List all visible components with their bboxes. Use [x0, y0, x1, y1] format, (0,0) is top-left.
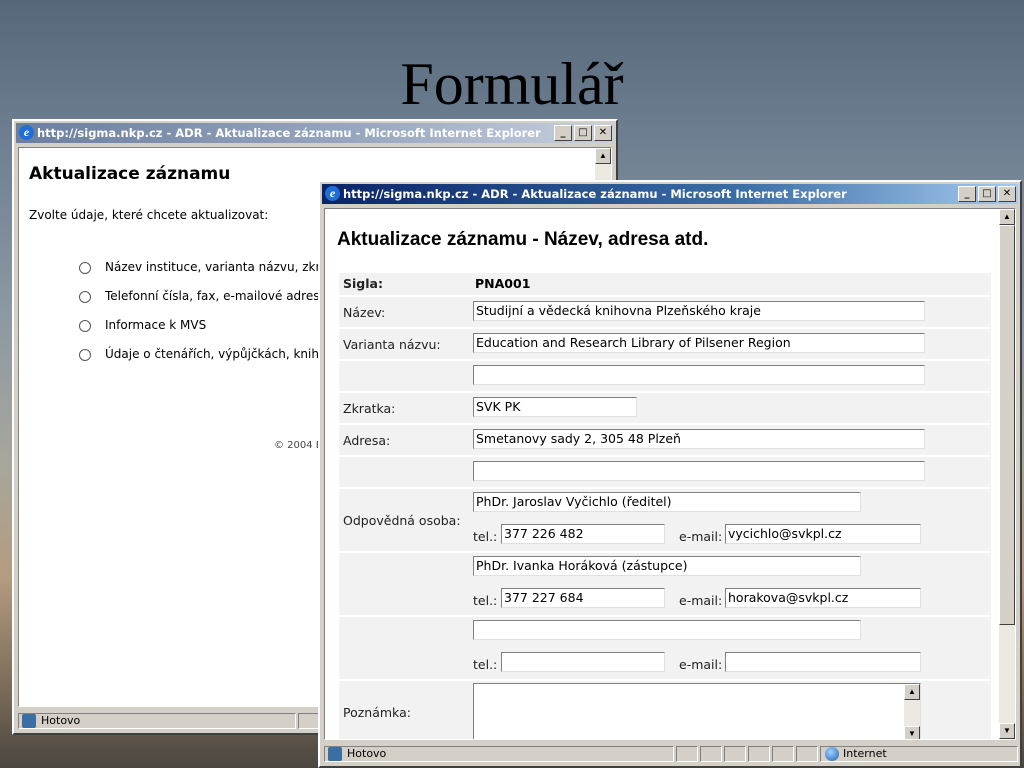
- status-cell: [772, 746, 794, 762]
- nazev-input[interactable]: Studijní a vědecká knihovna Plzeňského k…: [473, 301, 925, 321]
- radio-button[interactable]: [79, 290, 91, 303]
- option-label: Informace k MVS: [105, 318, 207, 332]
- option-row[interactable]: Telefonní čísla, fax, e-mailové adresy, …: [79, 289, 349, 303]
- status-cell: [724, 746, 746, 762]
- tel-label: tel.:: [473, 529, 498, 544]
- form-row-adresa: Adresa: Smetanovy sady 2, 305 48 Plzeň: [339, 425, 991, 455]
- varianta-label: Varianta názvu:: [343, 337, 441, 352]
- form-row-nazev: Název: Studijní a vědecká knihovna Plzeň…: [339, 297, 991, 327]
- person-name-input[interactable]: [473, 620, 861, 640]
- status-bar: Hotovo Internet: [322, 744, 1018, 764]
- front-window-titlebar[interactable]: e http://sigma.nkp.cz - ADR - Aktualizac…: [322, 184, 1018, 204]
- form-row-zkratka: Zkratka: SVK PK: [339, 393, 991, 423]
- option-label: Název instituce, varianta názvu, zkratka…: [105, 260, 351, 274]
- status-cell: Hotovo: [324, 746, 674, 762]
- minimize-button[interactable]: _: [554, 125, 572, 141]
- person-email-input[interactable]: horakova@svkpl.cz: [725, 588, 921, 608]
- form-row-sigla: Sigla: PNA001: [339, 273, 991, 295]
- option-label: Telefonní čísla, fax, e-mailové adresy, …: [105, 289, 350, 303]
- nazev-label: Název:: [343, 305, 386, 320]
- tel-label: tel.:: [473, 593, 498, 608]
- front-page-content: Aktualizace záznamu - Název, adresa atd.…: [324, 208, 1016, 740]
- adresa-input[interactable]: Smetanovy sady 2, 305 48 Plzeň: [473, 429, 925, 449]
- status-cell: Hotovo: [18, 713, 296, 729]
- zone-cell: Internet: [820, 746, 1018, 762]
- page-heading: Aktualizace záznamu - Název, adresa atd.: [337, 229, 709, 250]
- page-heading: Aktualizace záznamu: [29, 164, 231, 184]
- person-tel-input[interactable]: 377 227 684: [501, 588, 665, 608]
- scroll-down-button[interactable]: ▼: [904, 726, 920, 739]
- status-cell: [298, 713, 320, 729]
- scroll-up-button[interactable]: ▲: [904, 684, 920, 700]
- person-name-input[interactable]: PhDr. Ivanka Horáková (zástupce): [473, 556, 861, 576]
- scroll-thumb[interactable]: [999, 225, 1015, 625]
- adresa-input-2[interactable]: [473, 461, 925, 481]
- osoba-label: Odpovědná osoba:: [343, 513, 461, 528]
- ie-icon: e: [325, 186, 340, 201]
- form-row-adresa-2: [339, 457, 991, 487]
- poznamka-textarea[interactable]: ▲ ▼: [473, 683, 921, 739]
- form-row-poznamka: Poznámka: ▲ ▼: [339, 681, 991, 739]
- option-row[interactable]: Údaje o čtenářích, výpůjčkách, knihovním: [79, 347, 356, 361]
- varianta-input-2[interactable]: [473, 365, 925, 385]
- status-cell: [796, 746, 818, 762]
- status-text: Hotovo: [41, 714, 81, 727]
- scroll-up-button[interactable]: ▲: [595, 148, 611, 164]
- option-row[interactable]: Název instituce, varianta názvu, zkratka…: [79, 260, 350, 274]
- status-text: Hotovo: [347, 747, 387, 760]
- sigla-value: PNA001: [475, 276, 531, 291]
- person-email-input[interactable]: vycichlo@svkpl.cz: [725, 524, 921, 544]
- poznamka-label: Poznámka:: [343, 705, 411, 720]
- back-window-titlebar[interactable]: e http://sigma.nkp.cz - ADR - Aktualizac…: [16, 123, 614, 143]
- zkratka-label: Zkratka:: [343, 401, 396, 416]
- status-cell: [700, 746, 722, 762]
- scroll-down-button[interactable]: ▼: [999, 723, 1015, 739]
- form-row-varianta-2: [339, 361, 991, 391]
- radio-button[interactable]: [79, 348, 91, 361]
- minimize-button[interactable]: _: [958, 186, 976, 202]
- sigla-label: Sigla:: [343, 276, 383, 291]
- vertical-scrollbar[interactable]: ▲ ▼: [999, 209, 1015, 739]
- form-row-varianta: Varianta názvu: Education and Research L…: [339, 329, 991, 359]
- zone-text: Internet: [843, 747, 887, 760]
- close-button[interactable]: ✕: [998, 186, 1016, 202]
- globe-icon: [825, 747, 839, 761]
- form-row-osoba-1: Odpovědná osoba: PhDr. Jaroslav Vyčichlo…: [339, 489, 991, 551]
- window-title: http://sigma.nkp.cz - ADR - Aktualizace …: [343, 187, 847, 201]
- status-cell: [676, 746, 698, 762]
- status-cell: [748, 746, 770, 762]
- email-label: e-mail:: [679, 529, 723, 544]
- radio-button[interactable]: [79, 261, 91, 274]
- scroll-up-button[interactable]: ▲: [999, 209, 1015, 225]
- ie-icon: e: [19, 125, 34, 140]
- front-browser-window: e http://sigma.nkp.cz - ADR - Aktualizac…: [318, 180, 1022, 768]
- textarea-scrollbar[interactable]: ▲ ▼: [904, 684, 920, 739]
- adresa-label: Adresa:: [343, 433, 391, 448]
- person-name-input[interactable]: PhDr. Jaroslav Vyčichlo (ředitel): [473, 492, 861, 512]
- varianta-input[interactable]: Education and Research Library of Pilsen…: [473, 333, 925, 353]
- person-tel-input[interactable]: 377 226 482: [501, 524, 665, 544]
- page-icon: [328, 747, 342, 761]
- slide-title: Formulář: [400, 51, 624, 117]
- window-title: http://sigma.nkp.cz - ADR - Aktualizace …: [37, 126, 541, 140]
- person-tel-input[interactable]: [501, 652, 665, 672]
- page-prompt: Zvolte údaje, které chcete aktualizovat:: [29, 208, 269, 222]
- zkratka-input[interactable]: SVK PK: [473, 397, 637, 417]
- maximize-button[interactable]: □: [978, 186, 996, 202]
- person-email-input[interactable]: [725, 652, 921, 672]
- page-icon: [22, 714, 36, 728]
- form-row-osoba-2: PhDr. Ivanka Horáková (zástupce) tel.: 3…: [339, 553, 991, 615]
- option-row[interactable]: Informace k MVS: [79, 318, 206, 332]
- maximize-button[interactable]: □: [574, 125, 592, 141]
- radio-button[interactable]: [79, 319, 91, 332]
- update-form: Sigla: PNA001 Název: Studijní a vědecká …: [339, 273, 991, 739]
- email-label: e-mail:: [679, 593, 723, 608]
- tel-label: tel.:: [473, 657, 498, 672]
- form-row-osoba-3: tel.: e-mail:: [339, 617, 991, 679]
- email-label: e-mail:: [679, 657, 723, 672]
- close-button[interactable]: ✕: [594, 125, 612, 141]
